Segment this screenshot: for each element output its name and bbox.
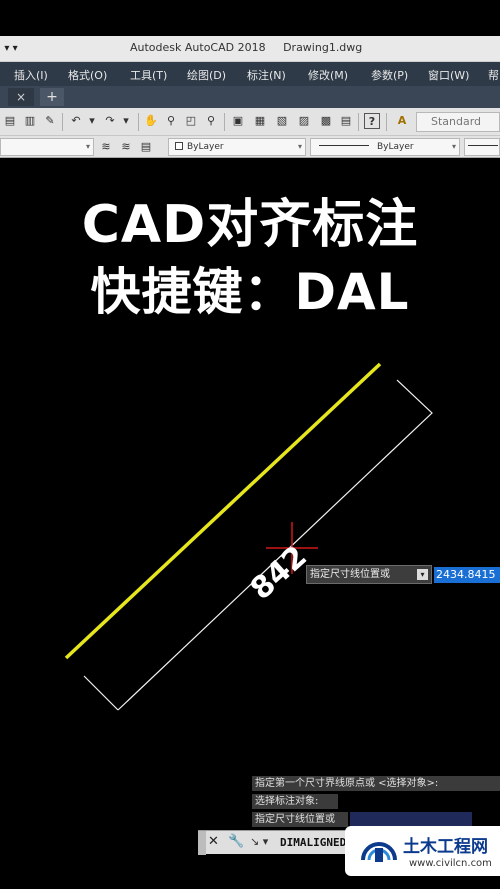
command-history-line: 指定第一个尺寸界线原点或 <选择对象>:: [252, 776, 500, 791]
dynamic-prompt-text: 指定尺寸线位置或: [310, 569, 390, 580]
overlay-title-line2: 快捷键：DAL: [90, 263, 410, 321]
yellow-line: [64, 362, 382, 660]
dimension-text: 842: [244, 539, 314, 607]
options-down-icon[interactable]: ▾: [417, 569, 428, 580]
dynamic-input-prompt: 指定尺寸线位置或 ▾: [306, 565, 432, 584]
command-history-line: 指定尺寸线位置或: [252, 812, 348, 827]
overlay-title-line1: CAD对齐标注: [81, 195, 419, 255]
command-history-line: 选择标注对象:: [252, 794, 338, 809]
extension-line: [83, 675, 119, 711]
command-input[interactable]: DIMALIGNED: [280, 836, 346, 849]
drawing-canvas[interactable]: 842: [0, 0, 500, 889]
dynamic-input-value[interactable]: 2434.8415: [434, 567, 500, 583]
close-icon[interactable]: ✕: [208, 834, 219, 849]
watermark-name: 土木工程网: [403, 837, 488, 857]
watermark-url: www.civilcn.com: [409, 858, 492, 869]
site-logo-icon: [361, 842, 397, 862]
command-history-highlight: [350, 812, 472, 827]
watermark: 土木工程网 www.civilcn.com: [345, 826, 500, 876]
command-prompt-icon[interactable]: ↘ ▾: [250, 835, 268, 848]
grip-handle[interactable]: [198, 831, 206, 855]
aligned-dimension: [117, 379, 433, 711]
customize-wrench-icon[interactable]: 🔧: [228, 834, 244, 849]
